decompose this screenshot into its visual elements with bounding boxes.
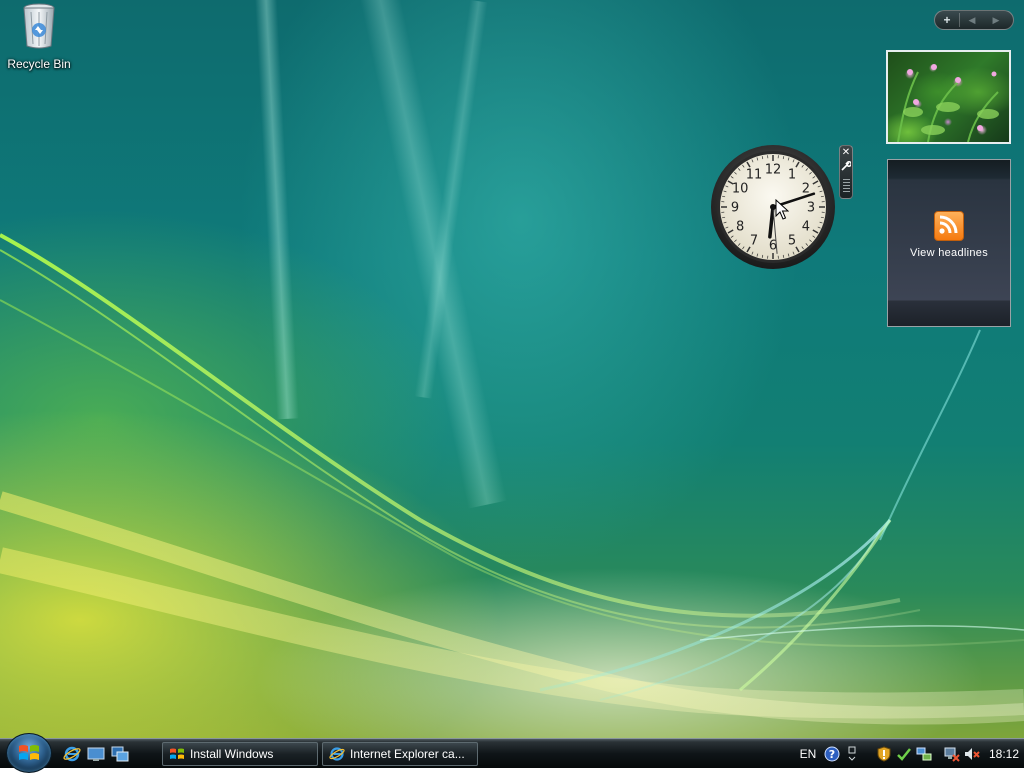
clock-numeral: 11 [746,168,763,183]
drag-gadget-handle[interactable] [843,178,850,192]
add-gadget-button[interactable]: + [935,11,959,29]
desktop-background[interactable] [0,0,1024,738]
quick-launch-bar [62,744,130,764]
clock-numeral: 1 [788,168,796,183]
view-headlines-link[interactable]: View headlines [910,247,988,259]
close-gadget-button[interactable]: ✕ [840,146,852,161]
system-clock[interactable]: 18:12 [982,744,1022,764]
display-settings-tray[interactable] [914,744,934,764]
mouse-pointer-icon [775,199,789,221]
volume-tray[interactable] [962,744,982,764]
clock-numeral: 8 [736,220,744,235]
taskbar-button-internet-explorer[interactable]: Internet Explorer ca... [322,742,478,766]
volume-muted-icon [964,746,980,762]
feed-headlines-gadget[interactable]: View headlines [887,159,1011,327]
clock-numeral: 4 [802,220,810,235]
internet-explorer-icon [63,745,81,763]
internet-explorer-icon [329,746,345,762]
checkmark-icon [896,746,912,762]
language-options-icon [847,746,857,762]
task-label-install-windows: Install Windows [190,747,273,761]
clock-numeral: 12 [765,163,782,178]
previous-gadget-page-button[interactable]: ◀ [960,11,984,29]
wrench-icon [841,161,851,171]
taskbar: Install Windows Internet Explorer ca... … [0,738,1024,768]
quick-launch-show-desktop[interactable] [86,744,106,764]
notification-area: EN ? [796,743,1022,765]
recycle-bin-desktop-icon[interactable]: Recycle Bin [4,2,74,71]
windows-setup-icon [169,746,185,762]
security-center-tray[interactable] [874,744,894,764]
show-desktop-icon [87,746,105,762]
clock-gadget[interactable]: 121234567891011 [710,144,836,270]
wallpaper-waves [0,0,1024,738]
network-sharing-icon [916,746,932,762]
rss-feed-icon [934,211,964,241]
network-disconnected-icon [944,746,960,762]
gadget-options-button[interactable] [840,161,852,176]
slideshow-photo [888,52,1009,142]
recycle-bin-icon [21,2,57,50]
clock-face: 121234567891011 [710,144,836,270]
security-shield-icon [876,746,892,762]
svg-text:?: ? [829,748,835,761]
help-icon: ? [824,746,840,762]
clock-numeral: 10 [732,182,749,197]
recycle-bin-label: Recycle Bin [4,57,74,71]
clock-numeral: 3 [807,201,815,216]
switch-windows-icon [111,746,129,762]
clock-numeral: 9 [731,201,739,216]
start-button[interactable] [6,733,52,773]
network-status-tray[interactable] [942,744,962,764]
taskbar-button-install-windows[interactable]: Install Windows [162,742,318,766]
language-indicator[interactable]: EN [796,744,820,764]
quick-launch-switch-windows[interactable] [110,744,130,764]
clock-numeral: 5 [788,233,796,248]
next-gadget-page-button[interactable]: ▶ [984,11,1008,29]
clock-numeral: 7 [750,233,758,248]
windows-logo-icon [17,742,41,764]
quick-launch-internet-explorer[interactable] [62,744,82,764]
gadget-toolbar: ✕ [839,145,853,199]
safely-remove-tray[interactable] [894,744,914,764]
slideshow-gadget[interactable] [886,50,1011,144]
language-bar-options[interactable] [844,744,860,764]
help-button[interactable]: ? [820,744,844,764]
task-label-internet-explorer: Internet Explorer ca... [350,747,465,761]
sidebar-controls: + ◀ ▶ [934,10,1014,30]
